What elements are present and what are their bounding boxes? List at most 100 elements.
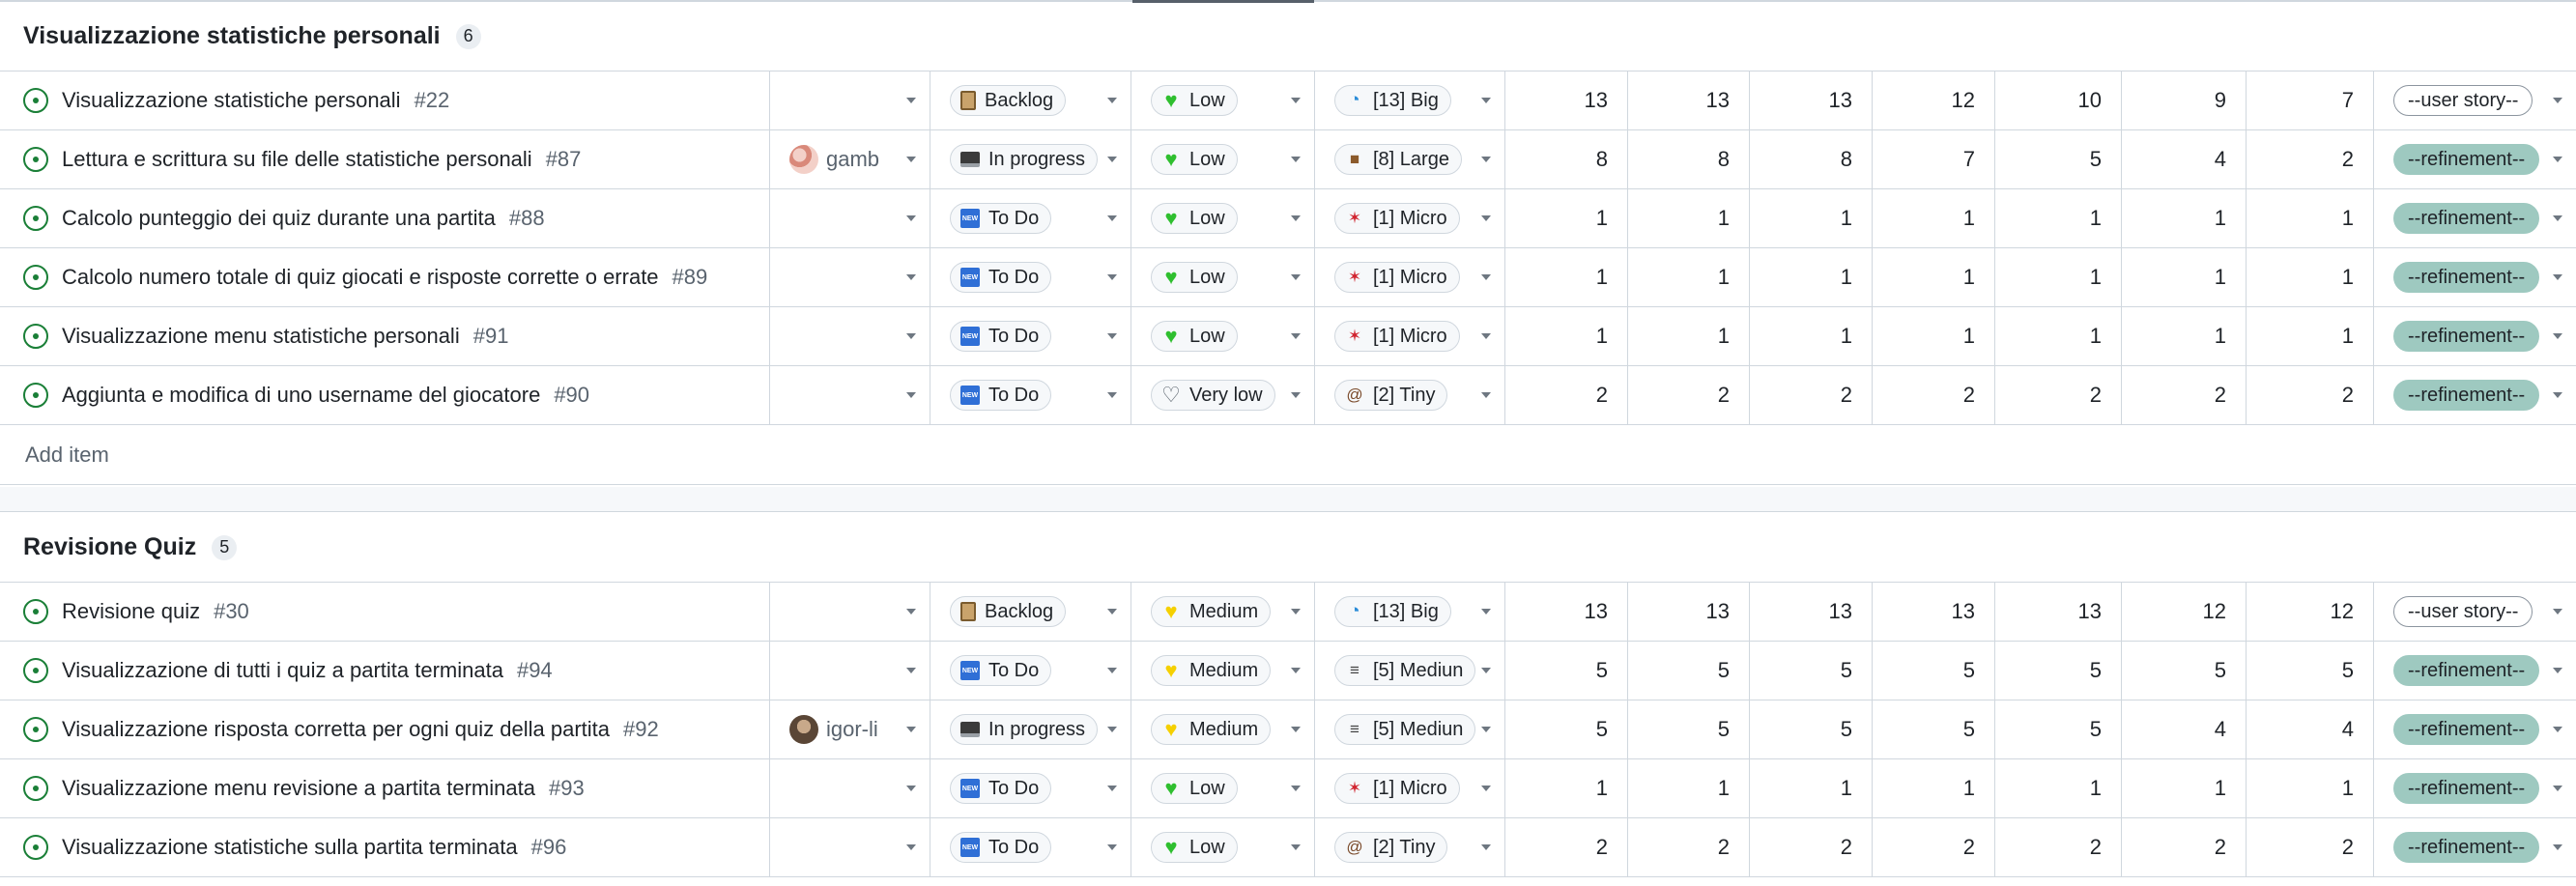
estimate-cell[interactable]: 2: [2122, 818, 2247, 876]
issue-title[interactable]: Calcolo punteggio dei quiz durante una p…: [62, 206, 496, 231]
title-cell[interactable]: Calcolo punteggio dei quiz durante una p…: [0, 189, 770, 247]
chevron-down-icon[interactable]: [2553, 844, 2562, 850]
priority-cell[interactable]: ♥ Low: [1131, 818, 1315, 876]
chevron-down-icon[interactable]: [1291, 727, 1301, 732]
estimate-cell[interactable]: 5: [1995, 642, 2122, 700]
estimate-cell[interactable]: 2: [2247, 130, 2374, 188]
size-cell[interactable]: @ [2] Tiny: [1315, 366, 1505, 424]
chevron-down-icon[interactable]: [1291, 157, 1301, 162]
title-cell[interactable]: Calcolo numero totale di quiz giocati e …: [0, 248, 770, 306]
chevron-down-icon[interactable]: [1107, 215, 1117, 221]
estimate-cell[interactable]: 13: [1873, 583, 1995, 641]
size-cell[interactable]: ✶ [1] Micro: [1315, 189, 1505, 247]
chevron-down-icon[interactable]: [906, 392, 916, 398]
issue-number[interactable]: #87: [546, 147, 582, 172]
status-pill[interactable]: NEW To Do: [950, 655, 1052, 686]
size-pill[interactable]: @ [2] Tiny: [1334, 832, 1448, 863]
priority-pill[interactable]: ♥ Low: [1151, 832, 1238, 863]
table-row[interactable]: Calcolo punteggio dei quiz durante una p…: [0, 189, 2576, 248]
estimate-cell[interactable]: 1: [2247, 248, 2374, 306]
estimate-cell[interactable]: 1: [1628, 307, 1750, 365]
priority-cell[interactable]: ♥ Low: [1131, 71, 1315, 129]
estimate-cell[interactable]: 13: [1505, 583, 1628, 641]
chevron-down-icon[interactable]: [906, 157, 916, 162]
status-pill[interactable]: NEW To Do: [950, 262, 1052, 293]
estimate-cell[interactable]: 12: [1873, 71, 1995, 129]
issue-number[interactable]: #92: [623, 717, 659, 742]
type-label[interactable]: --refinement--: [2393, 655, 2540, 686]
chevron-down-icon[interactable]: [1291, 98, 1301, 103]
status-pill[interactable]: NEW To Do: [950, 321, 1052, 352]
chevron-down-icon[interactable]: [1481, 215, 1491, 221]
estimate-cell[interactable]: 5: [1873, 700, 1995, 758]
priority-pill[interactable]: ♡ Very low: [1151, 380, 1275, 411]
estimate-cell[interactable]: 12: [2122, 583, 2247, 641]
estimate-cell[interactable]: 4: [2122, 700, 2247, 758]
estimate-cell[interactable]: 1: [1995, 759, 2122, 817]
chevron-down-icon[interactable]: [1481, 844, 1491, 850]
estimate-cell[interactable]: 7: [1873, 130, 1995, 188]
status-pill[interactable]: NEW To Do: [950, 203, 1052, 234]
estimate-cell[interactable]: 7: [2247, 71, 2374, 129]
assignees-cell[interactable]: [770, 248, 930, 306]
priority-cell[interactable]: ♥ Low: [1131, 189, 1315, 247]
estimate-cell[interactable]: 1: [1628, 759, 1750, 817]
title-cell[interactable]: Visualizzazione risposta corretta per og…: [0, 700, 770, 758]
estimate-cell[interactable]: 5: [1750, 700, 1873, 758]
title-cell[interactable]: Visualizzazione di tutti i quiz a partit…: [0, 642, 770, 700]
type-label[interactable]: --refinement--: [2393, 144, 2540, 175]
title-cell[interactable]: Visualizzazione statistiche personali #2…: [0, 71, 770, 129]
type-cell[interactable]: --refinement--: [2374, 248, 2576, 306]
type-cell[interactable]: --refinement--: [2374, 700, 2576, 758]
type-cell[interactable]: --refinement--: [2374, 759, 2576, 817]
size-pill[interactable]: ≡ [5] Mediun: [1334, 655, 1476, 686]
priority-cell[interactable]: ♥ Medium: [1131, 583, 1315, 641]
chevron-down-icon[interactable]: [1107, 98, 1117, 103]
size-pill[interactable]: ✶ [1] Micro: [1334, 773, 1460, 804]
estimate-cell[interactable]: 1: [1628, 189, 1750, 247]
estimate-cell[interactable]: 1: [1873, 307, 1995, 365]
estimate-cell[interactable]: 5: [1995, 700, 2122, 758]
priority-pill[interactable]: ♥ Low: [1151, 773, 1238, 804]
status-cell[interactable]: NEW To Do: [930, 189, 1131, 247]
table-row[interactable]: Visualizzazione statistiche sulla partit…: [0, 818, 2576, 877]
size-cell[interactable]: ✶ [1] Micro: [1315, 307, 1505, 365]
status-cell[interactable]: NEW To Do: [930, 818, 1131, 876]
priority-pill[interactable]: ♥ Medium: [1151, 596, 1272, 627]
estimate-cell[interactable]: 2: [1628, 818, 1750, 876]
status-pill[interactable]: NEW To Do: [950, 380, 1052, 411]
chevron-down-icon[interactable]: [1481, 274, 1491, 280]
estimate-cell[interactable]: 1: [1750, 759, 1873, 817]
type-cell[interactable]: --refinement--: [2374, 818, 2576, 876]
estimate-cell[interactable]: 2: [2247, 818, 2374, 876]
estimate-cell[interactable]: 13: [1995, 583, 2122, 641]
estimate-cell[interactable]: 1: [2122, 189, 2247, 247]
estimate-cell[interactable]: 1: [1995, 248, 2122, 306]
assignee[interactable]: igor-li: [789, 715, 878, 744]
chevron-down-icon[interactable]: [1481, 727, 1491, 732]
estimate-cell[interactable]: 1: [2247, 189, 2374, 247]
chevron-down-icon[interactable]: [906, 727, 916, 732]
title-cell[interactable]: Aggiunta e modifica di uno username del …: [0, 366, 770, 424]
issue-number[interactable]: #94: [517, 658, 553, 683]
chevron-down-icon[interactable]: [2553, 609, 2562, 614]
issue-title[interactable]: Visualizzazione risposta corretta per og…: [62, 717, 610, 742]
issue-title[interactable]: Visualizzazione di tutti i quiz a partit…: [62, 658, 503, 683]
table-row[interactable]: Calcolo numero totale di quiz giocati e …: [0, 248, 2576, 307]
chevron-down-icon[interactable]: [1481, 786, 1491, 791]
chevron-down-icon[interactable]: [1107, 727, 1117, 732]
estimate-cell[interactable]: 2: [1995, 818, 2122, 876]
type-cell[interactable]: --user story--: [2374, 71, 2576, 129]
table-row[interactable]: Revisione quiz #30 Backlog ♥ Medium ◔ [13]…: [0, 583, 2576, 642]
status-cell[interactable]: NEW To Do: [930, 366, 1131, 424]
issue-title[interactable]: Aggiunta e modifica di uno username del …: [62, 383, 540, 408]
status-cell[interactable]: NEW To Do: [930, 248, 1131, 306]
assignees-cell[interactable]: [770, 818, 930, 876]
priority-pill[interactable]: ♥ Low: [1151, 203, 1238, 234]
type-cell[interactable]: --refinement--: [2374, 642, 2576, 700]
estimate-cell[interactable]: 1: [1505, 248, 1628, 306]
status-cell[interactable]: NEW To Do: [930, 307, 1131, 365]
issue-title[interactable]: Calcolo numero totale di quiz giocati e …: [62, 265, 659, 290]
estimate-cell[interactable]: 5: [1628, 642, 1750, 700]
estimate-cell[interactable]: 5: [1750, 642, 1873, 700]
